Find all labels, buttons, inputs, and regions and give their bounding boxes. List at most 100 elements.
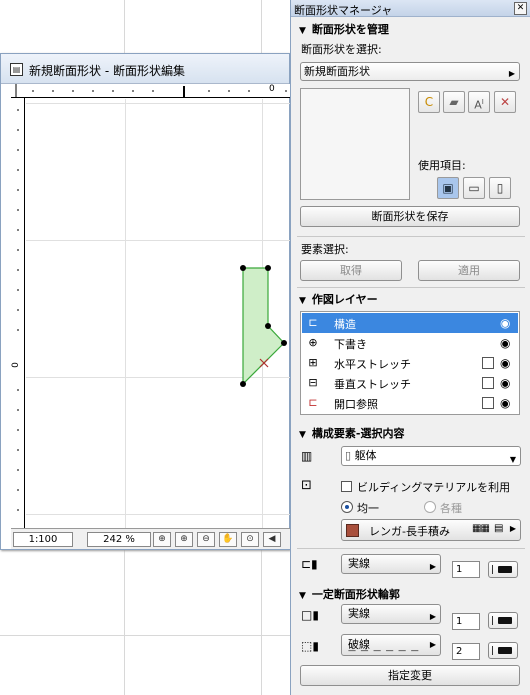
dashed-contour-icon: ⬚▮ — [301, 639, 319, 653]
wall-usage-icon[interactable]: ▣ — [437, 177, 459, 199]
zoom-out-icon[interactable]: ⊖ — [197, 532, 215, 547]
profile-manager-palette: 断面形状マネージャ ✕ ▼ 断面形状を管理 断面形状を選択: 新規断面形状 ▶ C… — [290, 0, 530, 695]
get-button[interactable]: 取得 — [300, 260, 402, 281]
component-type-icon: ▯ — [345, 449, 355, 462]
delete-icon[interactable]: ✕ — [494, 91, 516, 113]
opening-reference-icon: ⊏ — [308, 396, 318, 409]
contour-pen-icon: □▮ — [301, 608, 319, 622]
pen-number-field[interactable]: 1 — [452, 561, 480, 578]
divider — [297, 236, 525, 237]
uniform-label: 均一 — [357, 502, 379, 515]
pan-hand-icon[interactable]: ✋ — [219, 532, 237, 547]
component-type-icon: ▥ — [301, 449, 313, 463]
save-profile-button[interactable]: 断面形状を保存 — [300, 206, 520, 227]
dashed-pen-number-field[interactable]: 2 — [452, 643, 480, 660]
line-type-dropdown[interactable]: 実線 ▶ — [341, 554, 441, 574]
divider — [297, 548, 525, 549]
building-material-checkbox[interactable] — [341, 481, 352, 492]
document-icon: ▤ — [494, 523, 504, 534]
contour-pen-number-field[interactable]: 1 — [452, 613, 480, 630]
new-profile-icon[interactable]: C — [418, 91, 440, 113]
profile-dropdown[interactable]: 新規断面形状 ▶ — [300, 62, 520, 81]
scale-field[interactable]: 1:100 — [13, 532, 73, 547]
profile-preview — [300, 88, 410, 200]
fixed-profile-section-header[interactable]: ▼ 一定断面形状輪郭 — [299, 586, 400, 602]
element-select-label: 要素選択: — [301, 243, 349, 256]
fit-zoom-icon[interactable]: ⊙ — [241, 532, 259, 547]
editor-statusbar: 1:100 242 % ⊕ ⊕ ⊖ ✋ ⊙ ◀ — [11, 528, 291, 549]
layer-row-opening-reference[interactable]: ⊏ 開口参照 ◉ — [302, 393, 518, 413]
material-name: レンガ-長手積み — [369, 525, 450, 538]
eye-icon[interactable]: ◉ — [500, 355, 510, 371]
contour-line-type-dropdown[interactable]: 実線 ▶ — [341, 604, 441, 624]
pen-color-picker[interactable] — [488, 561, 518, 578]
ruler-zero-label: 0 — [269, 84, 275, 94]
layer-row-vertical-stretch[interactable]: ⊟ 垂直ストレッチ ◉ — [302, 373, 518, 393]
collapse-triangle-icon: ▼ — [299, 26, 306, 36]
chevron-down-icon: ▼ — [509, 455, 516, 464]
back-zoom-icon[interactable]: ◀ — [263, 532, 281, 547]
layer-row-horizontal-stretch[interactable]: ⊞ 水平ストレッチ ◉ — [302, 353, 518, 373]
eye-icon[interactable]: ◉ — [500, 395, 510, 411]
duplicate-profile-icon[interactable]: ▰ — [443, 91, 465, 113]
layer-list[interactable]: ⊏ 構造 ◉ ⊕ 下書き ◉ ⊞ 水平ストレッチ ◉ ⊟ 垂直ストレッチ ◉ ⊏… — [300, 311, 520, 415]
material-color-swatch — [346, 524, 359, 537]
editor-window-icon: ▤ — [10, 63, 23, 76]
chevron-right-icon: ▶ — [429, 612, 436, 621]
layer-checkbox[interactable] — [482, 357, 494, 369]
component-type-dropdown[interactable]: ▯ 躯体 ▼ — [341, 446, 521, 466]
beam-usage-icon[interactable]: ▭ — [463, 177, 485, 199]
eye-icon[interactable]: ◉ — [500, 315, 510, 331]
palette-title: 断面形状マネージャ — [294, 4, 393, 17]
modify-button[interactable]: 指定変更 — [300, 665, 520, 686]
dashed-line-icon: — — — — — — — [348, 646, 420, 655]
chevron-right-icon: ▶ — [429, 562, 436, 571]
line-pen-icon: ⊏▮ — [301, 557, 318, 571]
drawing-canvas[interactable] — [26, 99, 291, 528]
profile-editor-window[interactable]: ▤ 新規断面形状 - 断面形状編集 0 0 1:100 242 % ⊕ ⊕ ⊖ … — [0, 53, 291, 550]
contour-pen-color-picker[interactable] — [488, 612, 518, 629]
material-dropdown[interactable]: レンガ-長手積み ▦▦ ▤ ▶ — [341, 519, 521, 541]
manage-section-header[interactable]: ▼ 断面形状を管理 — [299, 21, 389, 37]
close-icon[interactable]: ✕ — [514, 2, 527, 15]
layer-checkbox[interactable] — [482, 397, 494, 409]
layer-row-draft[interactable]: ⊕ 下書き ◉ — [302, 333, 518, 353]
dashed-pen-color-picker[interactable] — [488, 642, 518, 659]
layer-row-structure[interactable]: ⊏ 構造 ◉ — [302, 313, 518, 333]
building-material-icon: ⊡ — [301, 478, 312, 493]
structure-layer-icon: ⊏ — [308, 316, 318, 329]
collapse-triangle-icon: ▼ — [299, 296, 306, 306]
eye-icon[interactable]: ◉ — [500, 335, 510, 351]
rename-icon[interactable]: AI — [468, 91, 490, 113]
uniform-radio[interactable] — [341, 501, 353, 513]
palette-titlebar[interactable]: 断面形状マネージャ ✕ — [291, 0, 530, 17]
various-radio[interactable] — [424, 501, 436, 513]
usage-label: 使用項目: — [418, 159, 466, 172]
editor-titlebar[interactable]: ▤ 新規断面形状 - 断面形状編集 — [1, 54, 289, 84]
horizontal-stretch-icon: ⊞ — [308, 356, 318, 369]
various-label: 各種 — [440, 502, 462, 515]
column-usage-icon[interactable]: ▯ — [489, 177, 511, 199]
profile-shape[interactable] — [26, 99, 291, 528]
draft-layer-icon: ⊕ — [308, 336, 318, 349]
zoom-in-icon[interactable]: ⊕ — [153, 532, 171, 547]
editor-title: 新規断面形状 - 断面形状編集 — [29, 64, 185, 78]
dashed-line-type-dropdown[interactable]: 破線 — — — — — — ▶ — [341, 634, 441, 656]
chevron-right-icon: ▶ — [429, 640, 436, 649]
layer-checkbox[interactable] — [482, 377, 494, 389]
ruler-zero-label-vertical: 0 — [10, 362, 21, 368]
vertical-ruler: 0 — [11, 98, 25, 528]
vertical-stretch-icon: ⊟ — [308, 376, 318, 389]
eye-icon[interactable]: ◉ — [500, 375, 510, 391]
zoom-field[interactable]: 242 % — [87, 532, 151, 547]
building-material-label: ビルディングマテリアルを利用 — [357, 481, 511, 494]
layers-section-header[interactable]: ▼ 作図レイヤー — [299, 291, 378, 307]
chevron-right-icon: ▶ — [508, 69, 515, 78]
apply-button[interactable]: 適用 — [418, 260, 520, 281]
collapse-triangle-icon: ▼ — [299, 591, 306, 601]
zoom-in-icon[interactable]: ⊕ — [175, 532, 193, 547]
component-section-header[interactable]: ▼ 構成要素-選択内容 — [299, 425, 405, 441]
horizontal-ruler: 0 — [11, 84, 291, 98]
hatch-pattern-icon: ▦▦ — [472, 523, 490, 534]
collapse-triangle-icon: ▼ — [299, 430, 306, 440]
